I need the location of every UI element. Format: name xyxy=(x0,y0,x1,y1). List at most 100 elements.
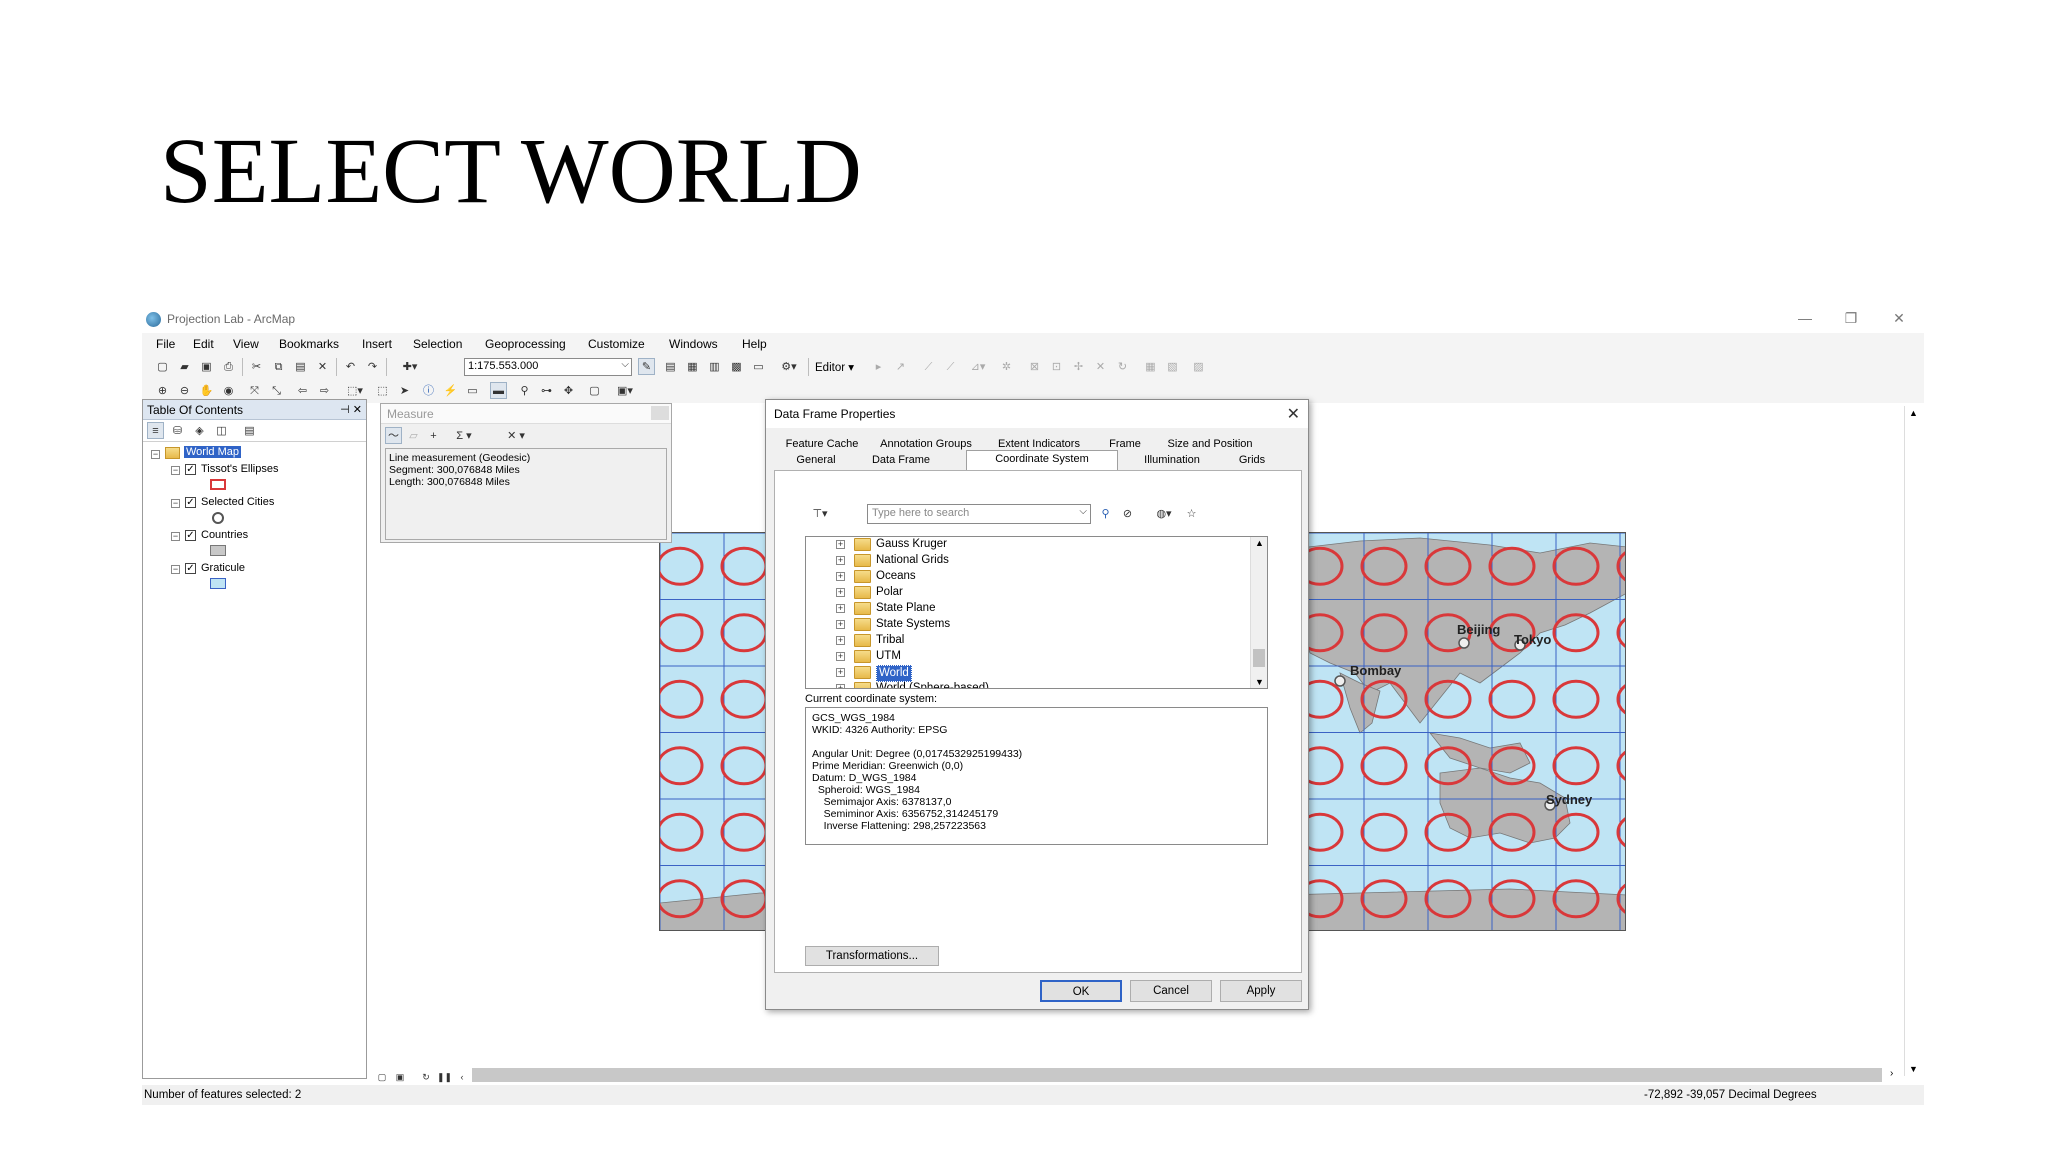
model-builder-icon[interactable]: ⚙▾ xyxy=(776,358,802,375)
table-of-contents-icon[interactable]: ▤ xyxy=(662,358,679,375)
map-vertical-scrollbar[interactable]: ▲ ▼ xyxy=(1904,406,1922,1076)
show-total-icon[interactable]: Σ ▾ xyxy=(449,427,479,444)
tab-feature-cache[interactable]: Feature Cache xyxy=(778,436,866,452)
print-icon[interactable]: ⎙ xyxy=(220,358,237,375)
expander-icon[interactable]: − xyxy=(151,450,160,459)
fixed-zoom-in-icon[interactable]: ⤧ xyxy=(246,382,263,399)
hyperlink-icon[interactable]: ⚡ xyxy=(442,382,459,399)
minimize-button[interactable]: — xyxy=(1790,308,1820,328)
new-icon[interactable]: ▢ xyxy=(154,358,171,375)
ok-button[interactable]: OK xyxy=(1040,980,1122,1002)
menu-geoprocessing[interactable]: Geoprocessing xyxy=(485,337,566,351)
paste-icon[interactable]: ▤ xyxy=(292,358,309,375)
open-icon[interactable]: ▰ xyxy=(176,358,193,375)
find-route-icon[interactable]: ⊶ xyxy=(538,382,555,399)
map-scale-dropdown[interactable]: 1:175.553.000 ⌵ xyxy=(464,358,632,376)
editor-toolbar-icon[interactable]: ✎ xyxy=(638,358,655,375)
tab-annotation-groups[interactable]: Annotation Groups xyxy=(872,436,980,452)
menu-insert[interactable]: Insert xyxy=(362,337,392,351)
layout-view-icon[interactable]: ▢ xyxy=(374,1068,390,1082)
delete-icon[interactable]: ✕ xyxy=(314,358,331,375)
tab-grids[interactable]: Grids xyxy=(1226,452,1278,468)
toc-layer-countries[interactable]: Countries xyxy=(201,529,248,541)
add-data-icon[interactable]: ✚▾ xyxy=(394,358,426,375)
list-by-selection-icon[interactable]: ◫ xyxy=(213,422,230,439)
full-extent-icon[interactable]: ◉ xyxy=(220,382,237,399)
layer-checkbox-cities[interactable]: ✓ xyxy=(185,497,196,508)
undo-icon[interactable]: ↶ xyxy=(342,358,359,375)
menu-bookmarks[interactable]: Bookmarks xyxy=(279,337,339,351)
search-icon[interactable]: ⚲ xyxy=(1097,505,1114,522)
go-to-xy-icon[interactable]: ✥ xyxy=(560,382,577,399)
measure-close-icon[interactable] xyxy=(651,406,669,420)
filter-icon[interactable]: ⊤▾ xyxy=(805,505,835,522)
go-forward-icon[interactable]: ⇨ xyxy=(316,382,333,399)
tab-data-frame[interactable]: Data Frame xyxy=(860,452,942,468)
measure-area-icon[interactable]: ▱ xyxy=(405,427,422,444)
fixed-zoom-out-icon[interactable]: ⤡ xyxy=(268,382,285,399)
clear-selection-icon[interactable]: ⬚ xyxy=(374,382,391,399)
toc-layer-cities[interactable]: Selected Cities xyxy=(201,496,274,508)
time-slider-icon[interactable]: ▢ xyxy=(586,382,603,399)
list-by-source-icon[interactable]: ⛁ xyxy=(169,422,186,439)
find-icon[interactable]: ⚲ xyxy=(516,382,533,399)
copy-icon[interactable]: ⧉ xyxy=(270,358,287,375)
menu-windows[interactable]: Windows xyxy=(669,337,718,351)
arctoolbox-icon[interactable]: ▩ xyxy=(728,358,745,375)
transformations-button[interactable]: Transformations... xyxy=(805,946,939,966)
tab-general[interactable]: General xyxy=(778,452,854,468)
dialog-close-icon[interactable]: ✕ xyxy=(1287,404,1300,424)
html-popup-icon[interactable]: ▭ xyxy=(464,382,481,399)
tree-scrollbar[interactable]: ▲ ▼ xyxy=(1250,537,1267,688)
close-button[interactable]: ✕ xyxy=(1884,308,1914,328)
restore-button[interactable]: ❐ xyxy=(1836,308,1866,328)
menu-help[interactable]: Help xyxy=(742,337,767,351)
menu-selection[interactable]: Selection xyxy=(413,337,462,351)
menu-view[interactable]: View xyxy=(233,337,259,351)
toc-item-world-map[interactable]: World Map xyxy=(184,446,241,458)
toc-pin-close-icon[interactable]: ⊣ ✕ xyxy=(340,403,362,416)
tab-size-and-position[interactable]: Size and Position xyxy=(1158,436,1262,452)
map-horizontal-scrollbar[interactable] xyxy=(472,1068,1882,1082)
measure-feature-icon[interactable]: + xyxy=(425,427,442,444)
redo-icon[interactable]: ↷ xyxy=(364,358,381,375)
select-elements-icon[interactable]: ➤ xyxy=(396,382,413,399)
select-features-icon[interactable]: ⬚▾ xyxy=(342,382,368,399)
refresh-icon[interactable]: ↻ xyxy=(418,1068,434,1082)
go-back-icon[interactable]: ⇦ xyxy=(294,382,311,399)
menu-edit[interactable]: Edit xyxy=(193,337,214,351)
pause-drawing-icon[interactable]: ❚❚ xyxy=(436,1068,452,1082)
zoom-out-icon[interactable]: ⊖ xyxy=(176,382,193,399)
expander-icon[interactable]: − xyxy=(171,565,180,574)
measure-icon[interactable]: ▬ xyxy=(490,382,507,399)
cut-icon[interactable]: ✂ xyxy=(248,358,265,375)
data-view-icon[interactable]: ▣ xyxy=(392,1068,408,1082)
tab-illumination[interactable]: Illumination xyxy=(1124,452,1220,468)
menu-file[interactable]: File xyxy=(156,337,175,351)
toc-layer-graticule[interactable]: Graticule xyxy=(201,562,245,574)
create-viewer-icon[interactable]: ▣▾ xyxy=(612,382,638,399)
list-by-drawing-order-icon[interactable]: ≡ xyxy=(147,422,164,439)
coordinate-search-input[interactable]: Type here to search ⌵ xyxy=(867,504,1091,524)
expander-icon[interactable]: − xyxy=(171,532,180,541)
python-window-icon[interactable]: ▭ xyxy=(750,358,767,375)
pan-icon[interactable]: ✋ xyxy=(198,382,215,399)
clear-search-icon[interactable]: ⊘ xyxy=(1119,505,1136,522)
coordinate-system-tree[interactable]: + Gauss Kruger + National Grids + Oceans + P… xyxy=(805,536,1268,689)
tab-coordinate-system[interactable]: Coordinate System xyxy=(966,450,1118,470)
search-window-icon[interactable]: ▥ xyxy=(706,358,723,375)
clear-measure-icon[interactable]: ✕ ▾ xyxy=(501,427,531,444)
scroll-right-icon[interactable]: › xyxy=(1890,1068,1893,1079)
expander-icon[interactable]: − xyxy=(171,466,180,475)
expander-icon[interactable]: − xyxy=(171,499,180,508)
toc-options-icon[interactable]: ▤ xyxy=(241,422,258,439)
add-to-favorites-icon[interactable]: ☆ xyxy=(1183,505,1200,522)
apply-button[interactable]: Apply xyxy=(1220,980,1302,1002)
layer-checkbox-tissot[interactable]: ✓ xyxy=(185,464,196,475)
measure-line-icon[interactable]: 〜 xyxy=(385,427,402,444)
zoom-in-icon[interactable]: ⊕ xyxy=(154,382,171,399)
toc-layer-tissot[interactable]: Tissot's Ellipses xyxy=(201,463,279,475)
list-by-visibility-icon[interactable]: ◈ xyxy=(191,422,208,439)
catalog-icon[interactable]: ▦ xyxy=(684,358,701,375)
identify-icon[interactable]: ⓘ xyxy=(420,382,437,399)
